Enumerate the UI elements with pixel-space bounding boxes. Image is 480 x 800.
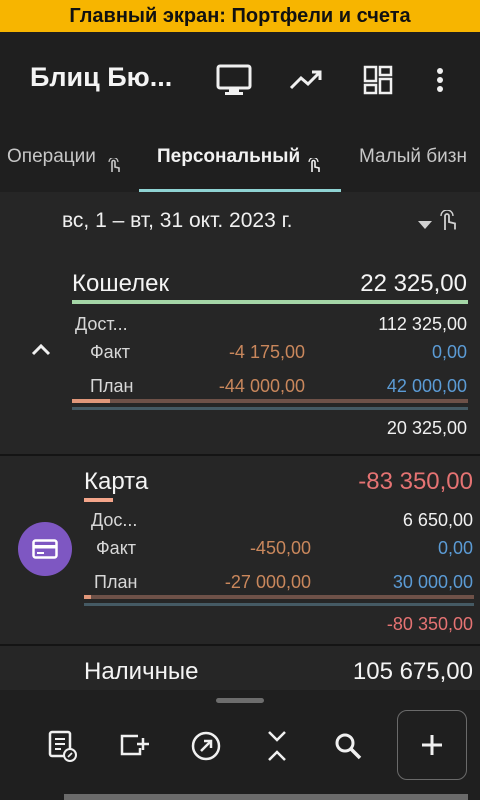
expense-progress-track <box>84 595 474 599</box>
tab-personal[interactable]: Персональный <box>157 128 320 192</box>
app-bar: Блиц Бю... <box>0 32 480 128</box>
account-card-card[interactable]: Карта -83 350,00 Дос... 6 650,00 Факт -4… <box>0 456 480 644</box>
title-banner: Главный экран: Портфели и счета <box>0 0 480 32</box>
tap-hint-icon <box>438 209 458 237</box>
plan-income: 42 000,00 <box>386 376 467 396</box>
tab-label: Операции <box>7 146 96 167</box>
expand-less-icon[interactable] <box>31 342 51 361</box>
date-range-selector[interactable]: вс, 1 – вт, 31 окт. 2023 г. <box>0 192 480 254</box>
plan-label: План <box>94 572 138 592</box>
account-name: Карта <box>84 468 149 495</box>
expense-progress-fill <box>72 399 110 403</box>
account-color-bar <box>84 498 113 502</box>
tap-hint-icon <box>107 140 121 192</box>
remainder-value: -80 350,00 <box>386 614 473 634</box>
add-box-icon[interactable] <box>116 728 152 764</box>
account-total: 105 675,00 <box>352 658 473 685</box>
account-name: Наличные <box>84 658 199 685</box>
expense-progress-fill <box>84 595 91 599</box>
drag-handle[interactable] <box>216 698 264 703</box>
remainder-value: 20 325,00 <box>386 418 467 438</box>
bottom-toolbar <box>0 690 480 800</box>
add-icon <box>422 735 442 755</box>
plan-label: План <box>90 376 134 396</box>
account-total: 22 325,00 <box>360 270 467 297</box>
fact-income: 0,00 <box>437 538 473 558</box>
account-card-cash[interactable]: Наличные 105 675,00 <box>0 646 480 690</box>
more-vert-icon[interactable] <box>420 60 460 100</box>
date-range-label: вс, 1 – вт, 31 окт. 2023 г. <box>62 209 293 232</box>
app-title: Блиц Бю... <box>30 62 173 92</box>
tab-label: Персональный <box>157 146 301 167</box>
fact-label: Факт <box>96 538 137 558</box>
fact-label: Факт <box>90 342 131 362</box>
available-label: Дост... <box>75 314 128 334</box>
plan-income: 30 000,00 <box>392 572 473 592</box>
horizontal-scrollbar[interactable] <box>64 794 468 800</box>
available-label: Дос... <box>91 510 138 530</box>
available-value: 112 325,00 <box>378 314 467 334</box>
monitor-icon[interactable] <box>214 60 254 100</box>
fact-expense: -4 175,00 <box>228 342 305 362</box>
trending-up-icon[interactable] <box>286 60 326 100</box>
tab-label: Малый бизн <box>359 146 467 167</box>
account-total: -83 350,00 <box>358 468 473 495</box>
plan-expense: -44 000,00 <box>218 376 305 396</box>
account-name: Кошелек <box>72 270 169 297</box>
account-card-wallet[interactable]: Кошелек 22 325,00 Дост... 112 325,00 Фак… <box>0 254 480 454</box>
plan-expense: -27 000,00 <box>224 572 311 592</box>
tab-small-business[interactable]: Малый бизн <box>359 128 467 192</box>
credit-card-icon[interactable] <box>18 522 72 576</box>
tap-hint-icon <box>307 140 321 192</box>
collapse-icon[interactable] <box>259 728 295 764</box>
income-progress-track <box>72 407 468 410</box>
fact-income: 0,00 <box>431 342 467 362</box>
transfer-icon[interactable] <box>188 728 224 764</box>
expense-progress-track <box>72 399 468 403</box>
dashboard-icon[interactable] <box>358 60 398 100</box>
add-button[interactable] <box>397 710 467 780</box>
dropdown-arrow-icon[interactable] <box>418 216 432 234</box>
tab-operations[interactable]: Операции <box>7 128 120 192</box>
account-color-bar <box>72 300 468 304</box>
fact-expense: -450,00 <box>249 538 311 558</box>
tab-bar: Операции Персональный Малый бизн <box>0 128 480 192</box>
search-icon[interactable] <box>330 728 366 764</box>
report-icon[interactable] <box>44 728 80 764</box>
income-progress-track <box>84 603 474 606</box>
available-value: 6 650,00 <box>402 510 473 530</box>
